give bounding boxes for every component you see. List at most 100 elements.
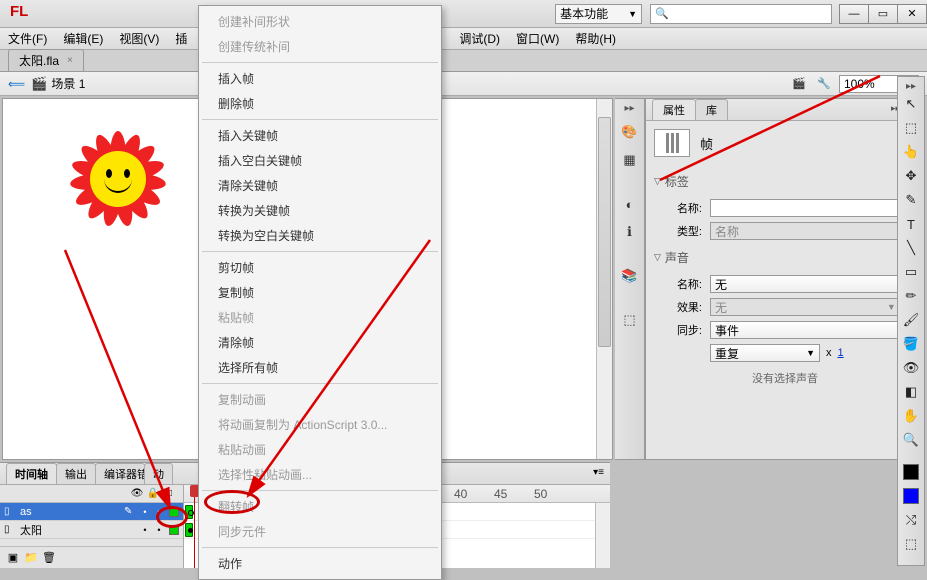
lock-dot[interactable]: • <box>152 525 166 535</box>
eraser-tool-icon[interactable]: ◧ <box>900 381 922 403</box>
search-icon: 🔍 <box>655 7 669 20</box>
stroke-swatch[interactable] <box>900 461 922 483</box>
back-arrow-icon[interactable]: ⟸ <box>8 77 25 91</box>
snap-icon[interactable]: ⬚ <box>900 533 922 555</box>
rectangle-tool-icon[interactable]: ▭ <box>900 261 922 283</box>
tools-collapse-icon[interactable]: ▸▸ <box>906 81 916 92</box>
section-label[interactable]: ▽标签 <box>654 169 916 194</box>
eye-column-icon[interactable]: 👁 <box>129 488 145 499</box>
sound-name-label: 名称: <box>654 276 702 292</box>
layer-name[interactable]: as <box>18 506 124 518</box>
new-folder-icon[interactable]: 📁 <box>22 551 40 564</box>
library-panel-icon[interactable]: 📚 <box>619 265 641 287</box>
frames-scrollbar-v[interactable] <box>595 503 610 568</box>
outline-swatch[interactable] <box>169 507 179 517</box>
context-menu-item[interactable]: 插入空白关键帧 <box>200 148 440 173</box>
text-tool-icon[interactable]: T <box>900 213 922 235</box>
tab-timeline[interactable]: 时间轴 <box>6 463 57 484</box>
menu-file[interactable]: 文件(F) <box>8 30 47 47</box>
menu-edit[interactable]: 编辑(E) <box>63 30 103 47</box>
document-tab[interactable]: 太阳.fla × <box>8 49 84 71</box>
pencil-tool-icon[interactable]: ✏ <box>900 285 922 307</box>
menu-debug[interactable]: 调试(D) <box>459 30 500 47</box>
swap-colors-icon[interactable]: ⤭ <box>900 509 922 531</box>
repeat-count[interactable]: 1 <box>838 347 844 359</box>
paint-bucket-tool-icon[interactable]: 🪣 <box>900 333 922 355</box>
keyframe[interactable] <box>185 523 193 537</box>
tab-output[interactable]: 输出 <box>56 463 96 484</box>
workspace-dropdown[interactable]: 基本功能 ▼ <box>555 4 642 24</box>
frame-name-input[interactable] <box>710 199 916 217</box>
visibility-dot[interactable]: • <box>138 525 152 535</box>
pen-tool-icon[interactable]: ✎ <box>900 189 922 211</box>
tab-motion[interactable]: 动 <box>144 463 173 484</box>
lock-dot[interactable]: • <box>152 507 166 517</box>
layer-row[interactable]: ▯ as ✎ • • <box>0 503 183 521</box>
subselection-tool-icon[interactable]: ⬚ <box>900 117 922 139</box>
tab-compiler-errors[interactable]: 编译器错误 <box>95 463 145 484</box>
menu-window[interactable]: 窗口(W) <box>516 30 559 47</box>
brush-tool-icon[interactable]: 🖌 <box>900 309 922 331</box>
app-logo: FL <box>10 3 32 25</box>
sound-name-dropdown[interactable]: 无▼ <box>710 275 916 293</box>
close-tab-icon[interactable]: × <box>67 55 73 66</box>
lasso-tool-icon[interactable]: ✥ <box>900 165 922 187</box>
section-sound[interactable]: ▽声音 <box>654 245 916 270</box>
sync-label: 同步: <box>654 322 702 338</box>
maximize-button[interactable]: ▭ <box>868 4 898 24</box>
minimize-button[interactable]: — <box>839 4 869 24</box>
color-panel-icon[interactable]: 🎨 <box>619 121 641 143</box>
frame-label: 帧 <box>700 134 713 153</box>
menu-help[interactable]: 帮助(H) <box>575 30 616 47</box>
playhead[interactable] <box>194 485 195 568</box>
transform-panel-icon[interactable]: ⬚ <box>619 309 641 331</box>
selection-tool-icon[interactable]: ↖ <box>900 93 922 115</box>
repeat-dropdown[interactable]: 重复▼ <box>710 344 820 362</box>
fill-swatch[interactable] <box>900 485 922 507</box>
context-menu-item[interactable]: 动作 <box>200 551 440 576</box>
visibility-dot[interactable]: • <box>138 507 152 517</box>
layer-icon: ▯ <box>4 524 18 535</box>
context-menu-item[interactable]: 选择所有帧 <box>200 355 440 380</box>
swatches-panel-icon[interactable]: ▦ <box>619 149 641 171</box>
search-field[interactable] <box>673 8 827 20</box>
line-tool-icon[interactable]: ╲ <box>900 237 922 259</box>
timeline-menu-icon[interactable]: ▾≡ <box>593 467 604 478</box>
new-layer-icon[interactable]: ▣ <box>4 551 22 564</box>
dock-collapse-icon[interactable]: ▸▸ <box>624 103 634 114</box>
align-panel-icon[interactable]: ◐ <box>619 193 641 215</box>
context-menu-item[interactable]: 转换为空白关键帧 <box>200 223 440 248</box>
stage-object-sunflower[interactable] <box>68 129 168 229</box>
eyedropper-tool-icon[interactable]: 👁 <box>900 357 922 379</box>
sync-dropdown[interactable]: 事件▼ <box>710 321 916 339</box>
info-panel-icon[interactable]: ℹ <box>619 221 641 243</box>
hand-tool-icon[interactable]: ✋ <box>900 405 922 427</box>
context-menu-item[interactable]: 插入帧 <box>200 66 440 91</box>
context-menu-item: 粘贴帧 <box>200 305 440 330</box>
keyframe[interactable] <box>185 505 193 519</box>
outline-column-icon[interactable]: □ <box>161 488 177 499</box>
lock-column-icon[interactable]: 🔒 <box>145 488 161 499</box>
free-transform-tool-icon[interactable]: 👆 <box>900 141 922 163</box>
zoom-tool-icon[interactable]: 🔍 <box>900 429 922 451</box>
stage-scrollbar-v[interactable] <box>596 99 612 459</box>
menu-view[interactable]: 视图(V) <box>119 30 159 47</box>
context-menu-item[interactable]: 删除帧 <box>200 91 440 116</box>
context-menu-item[interactable]: 复制帧 <box>200 280 440 305</box>
tab-properties[interactable]: 属性 <box>652 99 696 120</box>
tab-library[interactable]: 库 <box>695 99 728 120</box>
close-button[interactable]: ✕ <box>897 4 927 24</box>
outline-swatch[interactable] <box>169 525 179 535</box>
search-input[interactable]: 🔍 <box>650 4 832 24</box>
context-menu-item[interactable]: 剪切帧 <box>200 255 440 280</box>
context-menu-item[interactable]: 清除帧 <box>200 330 440 355</box>
delete-layer-icon[interactable]: 🗑 <box>40 551 58 564</box>
context-menu-item[interactable]: 转换为关键帧 <box>200 198 440 223</box>
menu-insert[interactable]: 插 <box>175 30 187 47</box>
context-menu-item[interactable]: 清除关键帧 <box>200 173 440 198</box>
layer-name[interactable]: 太阳 <box>18 522 138 538</box>
edit-scene-icon[interactable]: 🎬 <box>788 75 810 93</box>
layer-row[interactable]: ▯ 太阳 • • <box>0 521 183 539</box>
edit-symbol-icon[interactable]: 🔧 <box>813 75 835 93</box>
context-menu-item[interactable]: 插入关键帧 <box>200 123 440 148</box>
